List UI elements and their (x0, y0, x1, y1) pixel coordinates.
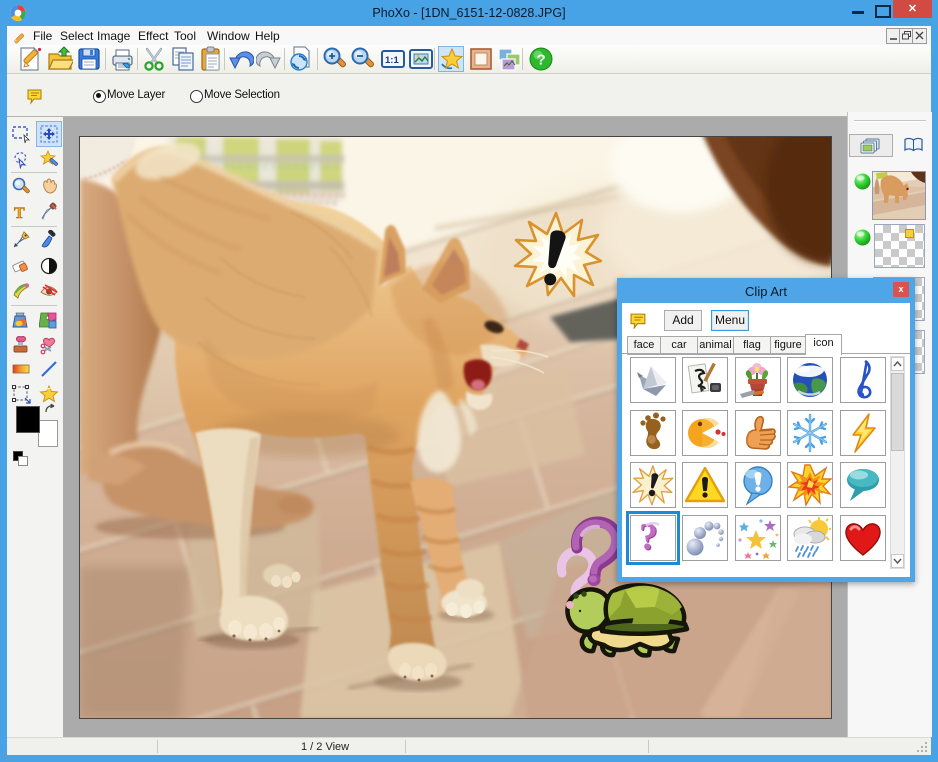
svg-text:1:1: 1:1 (385, 55, 399, 66)
svg-text:T: T (14, 205, 25, 222)
svg-text:?: ? (537, 52, 546, 69)
